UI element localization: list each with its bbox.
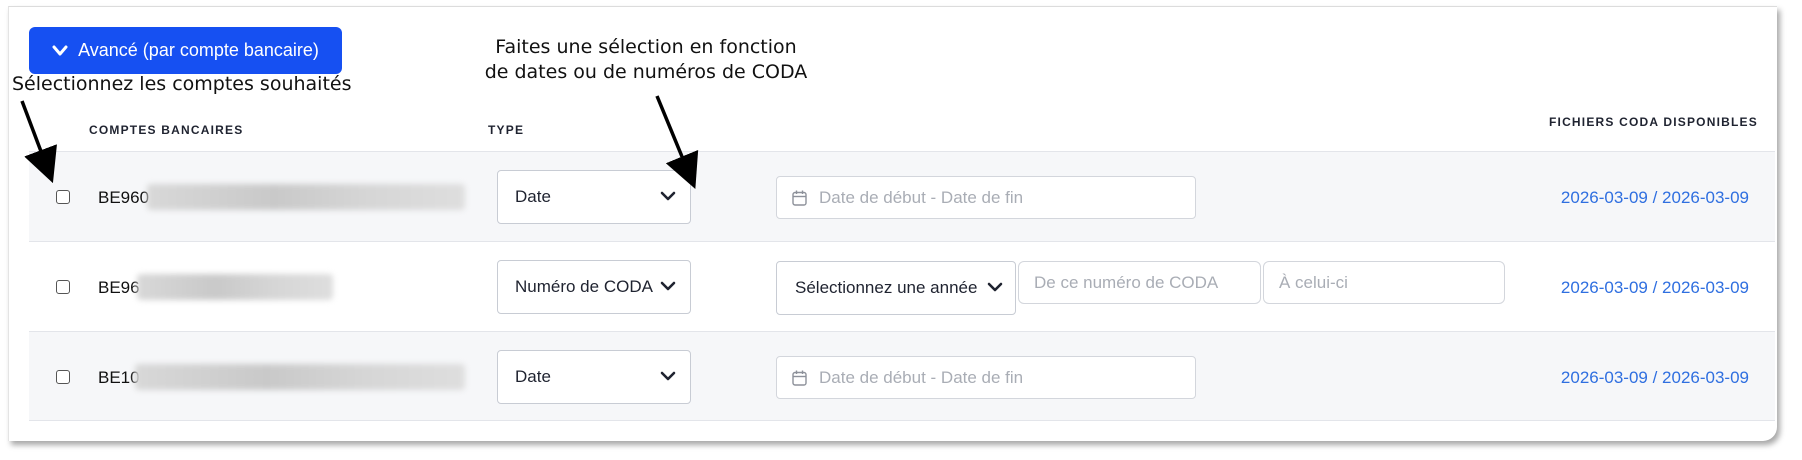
- type-select-value: Date: [515, 187, 551, 206]
- type-select-value: Numéro de CODA: [515, 277, 653, 296]
- table-row: BE10 Date Date de début - Date de fin 20…: [29, 331, 1775, 421]
- table-row: BE96 Numéro de CODA Sélectionnez une ann…: [29, 241, 1775, 331]
- advanced-toggle-label: Avancé (par compte bancaire): [78, 40, 319, 60]
- redacted-account: [135, 364, 465, 390]
- account-number: BE960: [98, 188, 150, 207]
- column-header-coda-files: FICHIERS CODA DISPONIBLES: [1549, 115, 1758, 129]
- type-select[interactable]: Date: [497, 350, 691, 404]
- chevron-down-icon: [660, 371, 676, 381]
- coda-from-input[interactable]: De ce numéro de CODA: [1018, 261, 1261, 304]
- chevron-down-icon: [52, 45, 68, 55]
- date-range-input[interactable]: Date de début - Date de fin: [776, 356, 1196, 399]
- coda-range-link[interactable]: 2026-03-09 / 2026-03-09: [1561, 278, 1749, 298]
- year-select-value: Sélectionnez une année: [795, 278, 978, 297]
- advanced-toggle-button[interactable]: Avancé (par compte bancaire): [29, 27, 342, 74]
- account-checkbox[interactable]: [56, 190, 70, 204]
- date-range-placeholder: Date de début - Date de fin: [819, 187, 1024, 207]
- calendar-icon: [792, 370, 807, 386]
- column-header-bank-accounts: COMPTES BANCAIRES: [89, 123, 244, 137]
- type-select-value: Date: [515, 367, 551, 386]
- annotation-select-by-line2: de dates ou de numéros de CODA: [484, 61, 808, 83]
- coda-range-link[interactable]: 2026-03-09 / 2026-03-09: [1561, 188, 1749, 208]
- coda-range-link[interactable]: 2026-03-09 / 2026-03-09: [1561, 368, 1749, 388]
- annotation-select-by-line1: Faites une sélection en fonction: [495, 36, 797, 58]
- column-header-type: TYPE: [488, 123, 525, 137]
- type-select[interactable]: Date: [497, 170, 691, 224]
- annotation-select-accounts: Sélectionnez les comptes souhaités: [12, 73, 352, 95]
- account-number: BE10: [98, 368, 140, 387]
- year-select[interactable]: Sélectionnez une année: [776, 261, 1016, 315]
- date-range-input[interactable]: Date de début - Date de fin: [776, 176, 1196, 219]
- calendar-icon: [792, 190, 807, 206]
- redacted-account: [137, 274, 333, 300]
- account-number: BE96: [98, 278, 140, 297]
- chevron-down-icon: [660, 281, 676, 291]
- date-range-placeholder: Date de début - Date de fin: [819, 367, 1024, 387]
- account-checkbox[interactable]: [56, 370, 70, 384]
- coda-to-placeholder: À celui-ci: [1279, 272, 1348, 292]
- coda-from-placeholder: De ce numéro de CODA: [1034, 272, 1219, 292]
- account-checkbox[interactable]: [56, 280, 70, 294]
- chevron-down-icon: [660, 191, 676, 201]
- annotation-select-by: Faites une sélection en fonction de date…: [483, 35, 809, 85]
- redacted-account: [147, 184, 465, 210]
- chevron-down-icon: [987, 282, 1003, 292]
- type-select[interactable]: Numéro de CODA: [497, 260, 691, 314]
- table-row: BE960 Date Date de début - Date de fin 2…: [29, 151, 1775, 241]
- coda-to-input[interactable]: À celui-ci: [1263, 261, 1505, 304]
